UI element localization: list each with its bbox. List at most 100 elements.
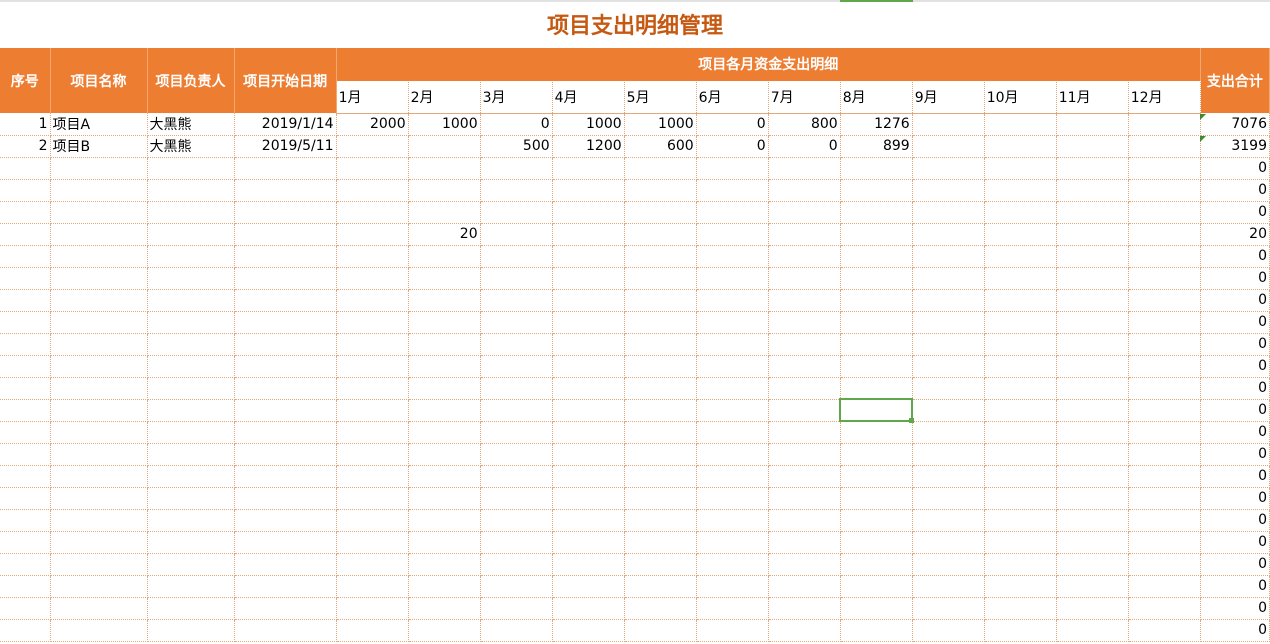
cell-seq[interactable] bbox=[0, 333, 51, 356]
cell-month-10[interactable] bbox=[984, 333, 1057, 356]
cell-month-9[interactable] bbox=[912, 597, 985, 620]
month-header-9[interactable]: 9月 bbox=[912, 81, 985, 114]
cell-seq[interactable] bbox=[0, 619, 51, 642]
cell-month-12[interactable] bbox=[1128, 597, 1201, 620]
cell-total[interactable]: 0 bbox=[1200, 289, 1270, 312]
cell-month-11[interactable] bbox=[1056, 223, 1129, 246]
month-header-11[interactable]: 11月 bbox=[1056, 81, 1129, 114]
cell-month-4[interactable] bbox=[552, 399, 625, 422]
cell-month-6[interactable] bbox=[696, 377, 769, 400]
cell-start-date[interactable] bbox=[234, 553, 337, 576]
cell-owner[interactable] bbox=[147, 267, 235, 290]
cell-month-10[interactable] bbox=[984, 399, 1057, 422]
cell-month-3[interactable] bbox=[480, 597, 553, 620]
month-header-1[interactable]: 1月 bbox=[336, 81, 409, 114]
cell-month-12[interactable] bbox=[1128, 575, 1201, 598]
cell-start-date[interactable] bbox=[234, 267, 337, 290]
cell-month-5[interactable] bbox=[624, 443, 697, 466]
cell-total[interactable]: 0 bbox=[1200, 267, 1270, 290]
cell-total[interactable]: 3199 bbox=[1200, 135, 1270, 158]
cell-month-5[interactable] bbox=[624, 509, 697, 532]
cell-month-8[interactable] bbox=[840, 509, 913, 532]
cell-month-6[interactable] bbox=[696, 399, 769, 422]
cell-start-date[interactable] bbox=[234, 575, 337, 598]
cell-month-10[interactable] bbox=[984, 553, 1057, 576]
cell-seq[interactable] bbox=[0, 377, 51, 400]
cell-start-date[interactable] bbox=[234, 245, 337, 268]
cell-month-9[interactable] bbox=[912, 619, 985, 642]
cell-month-10[interactable] bbox=[984, 575, 1057, 598]
cell-month-12[interactable] bbox=[1128, 113, 1201, 136]
cell-month-6[interactable] bbox=[696, 531, 769, 554]
cell-month-3[interactable] bbox=[480, 553, 553, 576]
cell-project-name[interactable] bbox=[50, 333, 148, 356]
cell-month-3[interactable] bbox=[480, 223, 553, 246]
cell-month-1[interactable] bbox=[336, 201, 409, 224]
cell-seq[interactable] bbox=[0, 553, 51, 576]
cell-month-9[interactable] bbox=[912, 575, 985, 598]
cell-month-9[interactable] bbox=[912, 531, 985, 554]
cell-month-5[interactable] bbox=[624, 531, 697, 554]
cell-month-3[interactable] bbox=[480, 575, 553, 598]
cell-month-5[interactable] bbox=[624, 267, 697, 290]
cell-month-7[interactable] bbox=[768, 399, 841, 422]
cell-owner[interactable] bbox=[147, 619, 235, 642]
cell-month-4[interactable] bbox=[552, 355, 625, 378]
cell-month-11[interactable] bbox=[1056, 267, 1129, 290]
cell-month-12[interactable] bbox=[1128, 267, 1201, 290]
cell-month-5[interactable]: 600 bbox=[624, 135, 697, 158]
cell-month-2[interactable]: 1000 bbox=[408, 113, 481, 136]
cell-month-5[interactable] bbox=[624, 157, 697, 180]
cell-month-3[interactable] bbox=[480, 333, 553, 356]
cell-month-2[interactable] bbox=[408, 531, 481, 554]
cell-month-6[interactable] bbox=[696, 355, 769, 378]
cell-month-12[interactable] bbox=[1128, 311, 1201, 334]
cell-month-6[interactable] bbox=[696, 333, 769, 356]
cell-owner[interactable]: 大黑熊 bbox=[147, 113, 235, 136]
cell-owner[interactable] bbox=[147, 509, 235, 532]
cell-month-6[interactable]: 0 bbox=[696, 113, 769, 136]
cell-month-11[interactable] bbox=[1056, 443, 1129, 466]
cell-month-2[interactable] bbox=[408, 333, 481, 356]
header-seq[interactable]: 序号 bbox=[0, 48, 51, 113]
cell-owner[interactable] bbox=[147, 531, 235, 554]
cell-month-12[interactable] bbox=[1128, 553, 1201, 576]
cell-month-3[interactable] bbox=[480, 465, 553, 488]
cell-month-4[interactable] bbox=[552, 465, 625, 488]
cell-month-3[interactable] bbox=[480, 179, 553, 202]
header-monthly-expense-group[interactable]: 项目各月资金支出明细 bbox=[336, 48, 1201, 82]
cell-month-9[interactable] bbox=[912, 179, 985, 202]
cell-month-10[interactable] bbox=[984, 355, 1057, 378]
cell-month-1[interactable] bbox=[336, 333, 409, 356]
cell-month-7[interactable] bbox=[768, 245, 841, 268]
cell-month-10[interactable] bbox=[984, 377, 1057, 400]
cell-month-5[interactable] bbox=[624, 399, 697, 422]
cell-month-11[interactable] bbox=[1056, 487, 1129, 510]
cell-project-name[interactable] bbox=[50, 597, 148, 620]
cell-month-8[interactable] bbox=[840, 597, 913, 620]
header-total[interactable]: 支出合计 bbox=[1200, 48, 1270, 113]
cell-month-7[interactable] bbox=[768, 157, 841, 180]
cell-month-8[interactable] bbox=[840, 575, 913, 598]
cell-month-11[interactable] bbox=[1056, 135, 1129, 158]
cell-month-11[interactable] bbox=[1056, 157, 1129, 180]
cell-month-2[interactable] bbox=[408, 179, 481, 202]
cell-month-5[interactable] bbox=[624, 223, 697, 246]
cell-project-name[interactable] bbox=[50, 443, 148, 466]
cell-month-8[interactable] bbox=[840, 223, 913, 246]
cell-project-name[interactable] bbox=[50, 553, 148, 576]
cell-month-10[interactable] bbox=[984, 135, 1057, 158]
cell-month-11[interactable] bbox=[1056, 113, 1129, 136]
cell-owner[interactable] bbox=[147, 597, 235, 620]
cell-total[interactable]: 0 bbox=[1200, 531, 1270, 554]
cell-start-date[interactable] bbox=[234, 289, 337, 312]
cell-month-4[interactable]: 1000 bbox=[552, 113, 625, 136]
cell-month-8[interactable] bbox=[840, 421, 913, 444]
cell-total[interactable]: 0 bbox=[1200, 487, 1270, 510]
cell-total[interactable]: 0 bbox=[1200, 245, 1270, 268]
cell-owner[interactable]: 大黑熊 bbox=[147, 135, 235, 158]
cell-start-date[interactable] bbox=[234, 509, 337, 532]
cell-month-12[interactable] bbox=[1128, 223, 1201, 246]
cell-month-9[interactable] bbox=[912, 399, 985, 422]
cell-month-5[interactable] bbox=[624, 311, 697, 334]
